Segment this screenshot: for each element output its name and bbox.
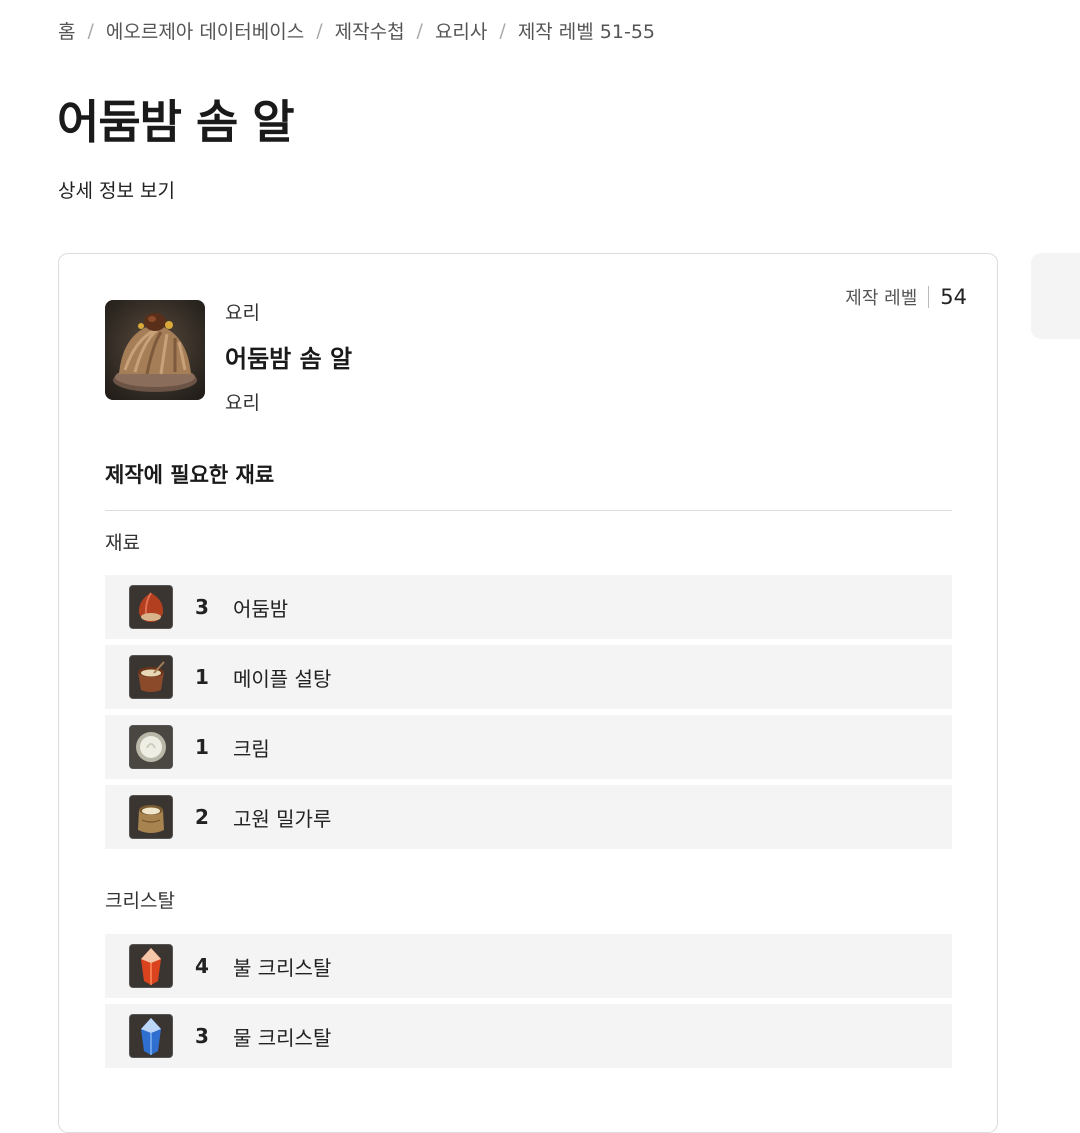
material-name: 어둠밤 [233,596,289,621]
materials-list: 3 어둠밤 1 메이플 설탕 1 크림 2 고원 밀가루 [105,575,952,855]
materials-group-label: 재료 [105,532,140,554]
crystal-name: 불 크리스탈 [233,955,332,980]
craft-level-value: 54 [940,285,967,309]
material-row[interactable]: 1 메이플 설탕 [105,645,952,709]
breadcrumb-level-range[interactable]: 제작 레벨 51-55 [518,17,655,44]
fire-crystal-icon [129,944,173,988]
crystal-row[interactable]: 3 물 크리스탈 [105,1004,952,1068]
breadcrumb-separator: / [316,19,323,42]
chestnut-mont-blanc-icon[interactable] [105,300,205,400]
maple-sugar-icon [129,655,173,699]
breadcrumb-culinarian[interactable]: 요리사 [435,17,487,44]
breadcrumb-separator: / [87,19,94,42]
item-category: 요리 [225,302,260,324]
materials-section-title: 제작에 필요한 재료 [105,459,952,511]
recipe-card: 제작 레벨 54 요리 어둠밤 솜 알 요리 제작에 필요한 재료 재료 3 어… [58,253,998,1133]
crystal-name: 물 크리스탈 [233,1025,332,1050]
water-crystal-icon [129,1014,173,1058]
breadcrumb-eorzea-database[interactable]: 에오르제아 데이터베이스 [106,17,304,44]
crystal-quantity: 3 [195,1024,209,1048]
material-row[interactable]: 3 어둠밤 [105,575,952,639]
level-divider [928,286,930,308]
craft-level-label: 제작 레벨 [845,288,918,309]
breadcrumb-home[interactable]: 홈 [58,17,75,44]
item-meta: 요리 어둠밤 솜 알 요리 [225,298,352,415]
material-name: 메이플 설탕 [233,666,332,691]
material-name: 고원 밀가루 [233,806,332,831]
material-row[interactable]: 1 크림 [105,715,952,779]
crystal-quantity: 4 [195,954,209,978]
item-type: 요리 [225,392,260,414]
flour-icon [129,795,173,839]
breadcrumb-crafting-log[interactable]: 제작수첩 [335,17,405,44]
crystals-list: 4 불 크리스탈 3 물 크리스탈 [105,934,952,1074]
material-quantity: 3 [195,595,209,619]
breadcrumb: 홈 / 에오르제아 데이터베이스 / 제작수첩 / 요리사 / 제작 레벨 51… [58,17,655,44]
material-quantity: 1 [195,735,209,759]
craft-level: 제작 레벨 54 [845,284,967,310]
material-row[interactable]: 2 고원 밀가루 [105,785,952,849]
material-quantity: 1 [195,665,209,689]
side-panel-tab[interactable] [1031,253,1080,339]
item-name[interactable]: 어둠밤 솜 알 [225,339,352,374]
chestnut-icon [129,585,173,629]
crystal-row[interactable]: 4 불 크리스탈 [105,934,952,998]
page-title: 어둠밤 솜 알 [57,95,295,149]
detail-info-link[interactable]: 상세 정보 보기 [58,176,175,203]
crystals-group-label: 크리스탈 [105,890,175,912]
breadcrumb-separator: / [499,19,506,42]
breadcrumb-separator: / [416,19,423,42]
cream-icon [129,725,173,769]
material-name: 크림 [233,736,270,761]
material-quantity: 2 [195,805,209,829]
